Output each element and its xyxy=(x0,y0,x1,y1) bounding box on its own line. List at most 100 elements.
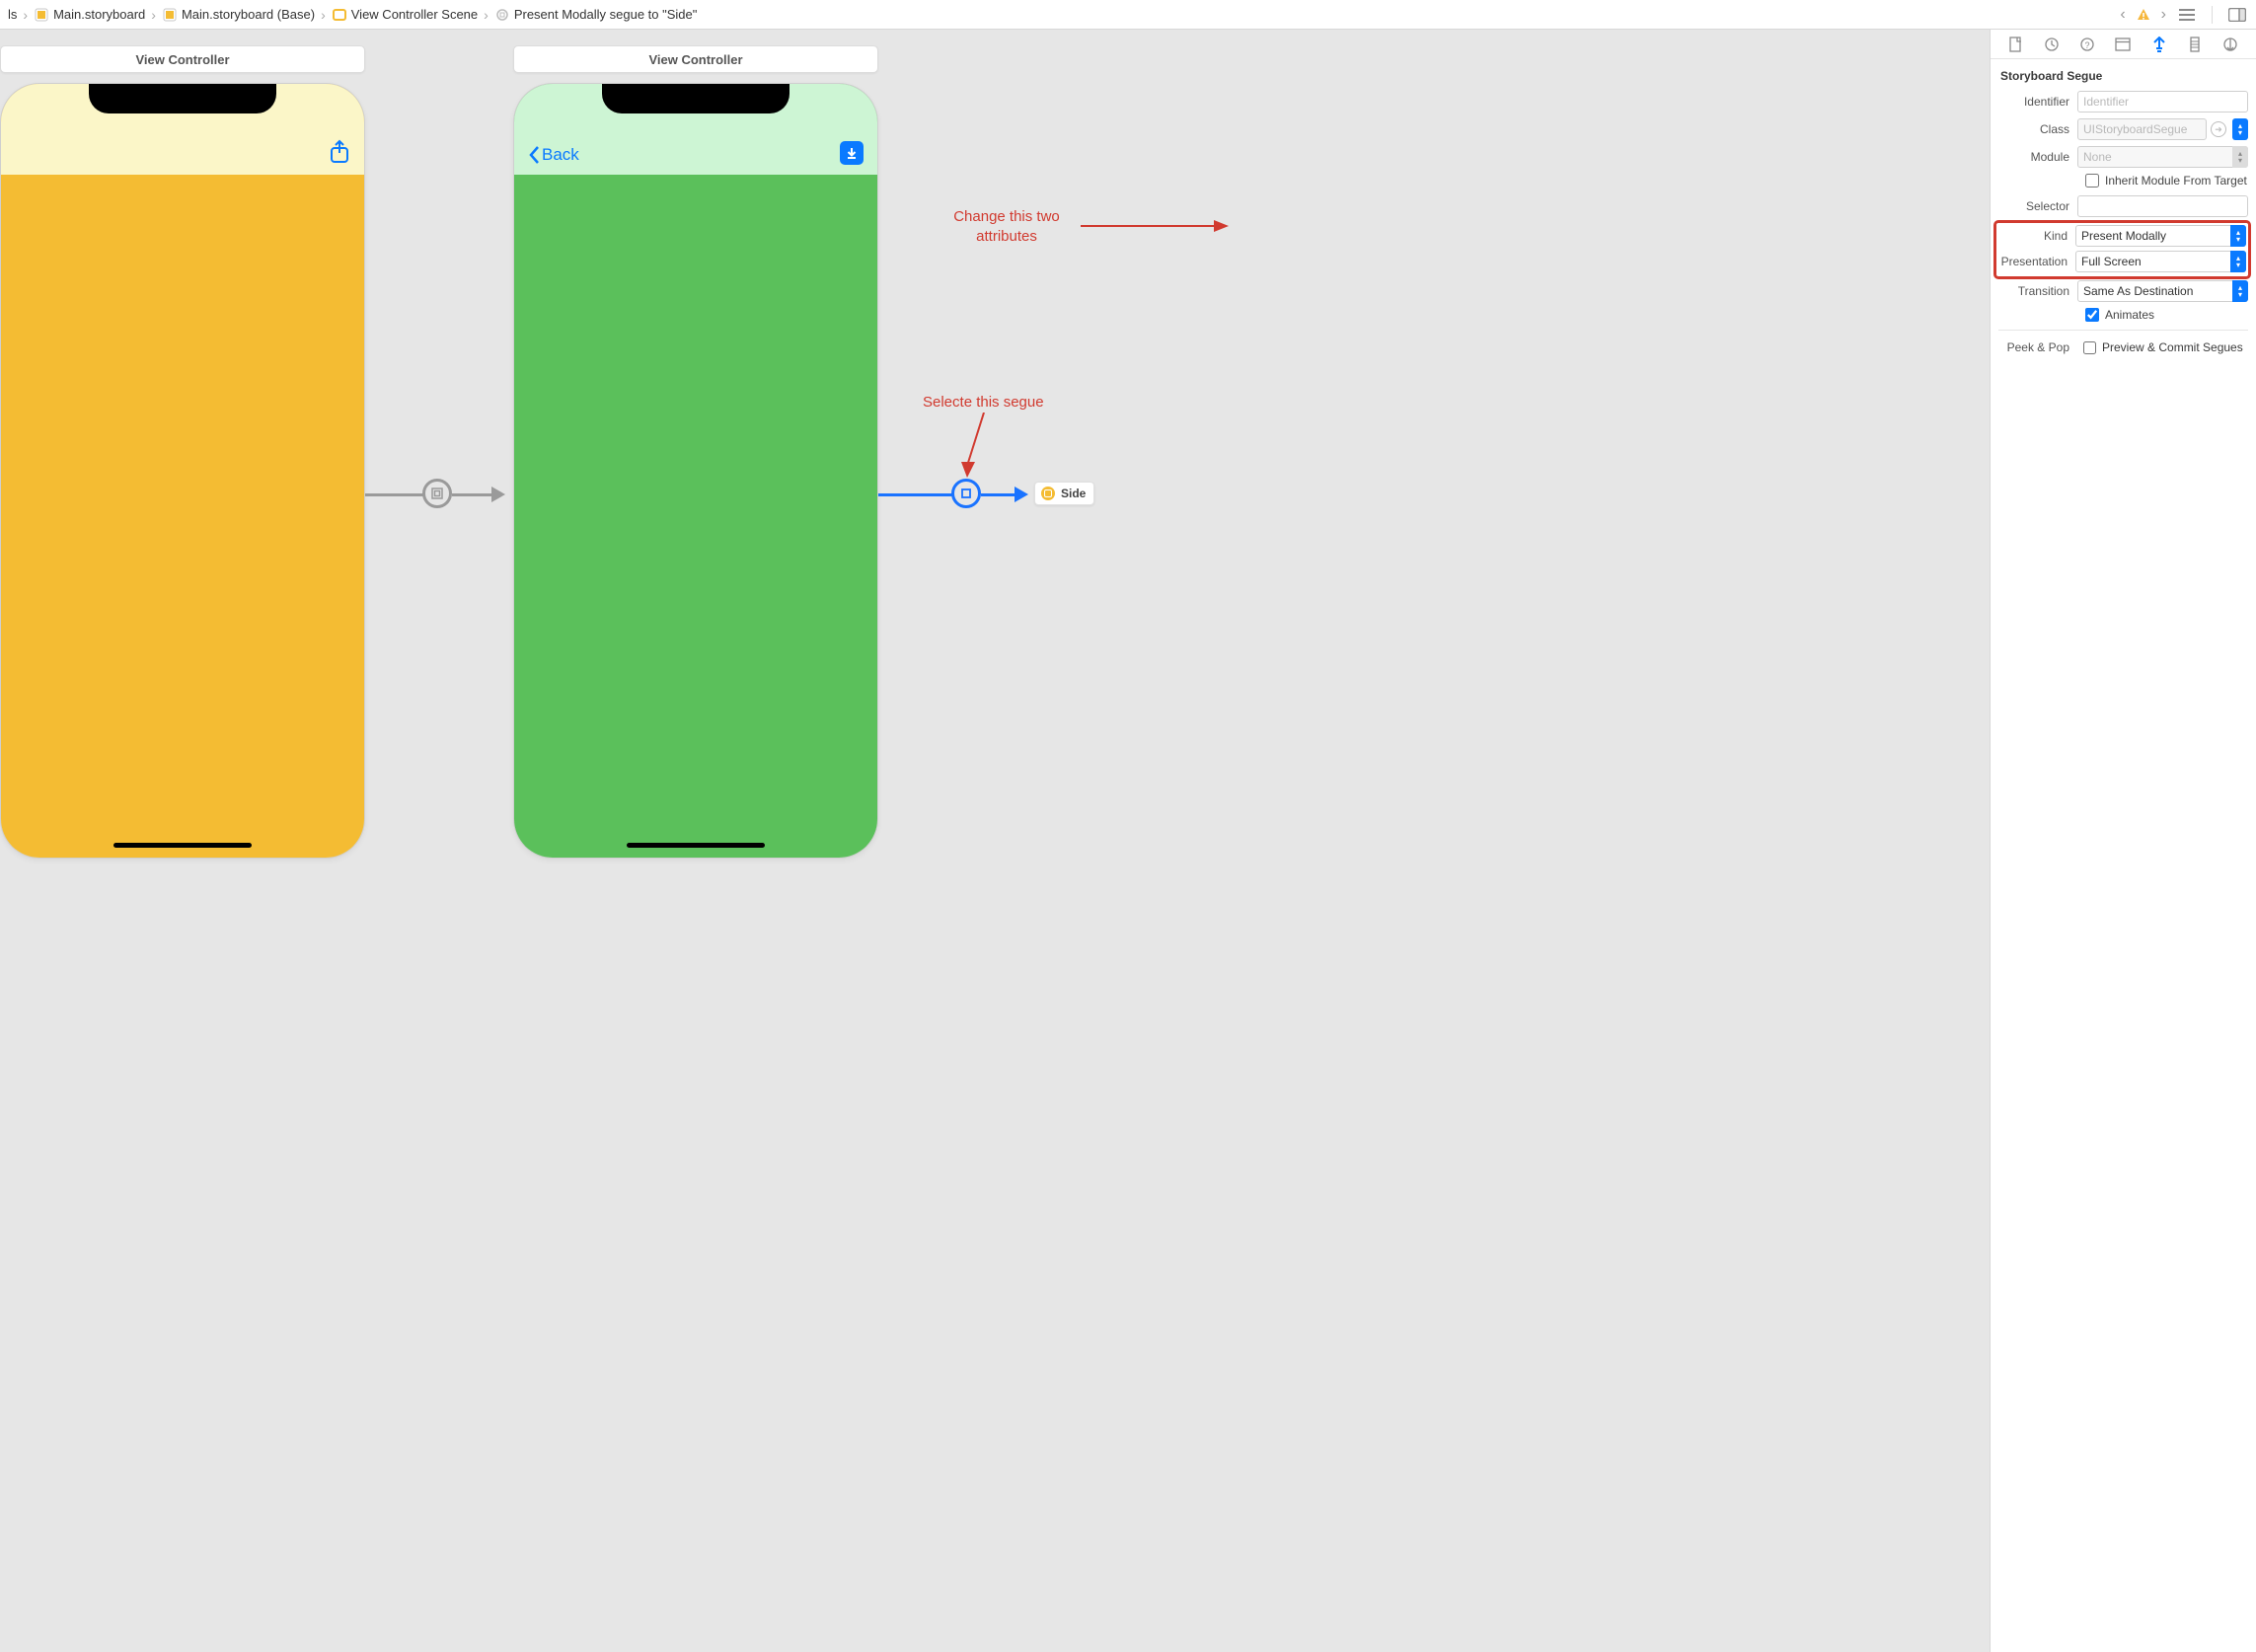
storyboard-file-icon xyxy=(34,7,49,23)
animates-label: Animates xyxy=(2105,308,2154,322)
download-icon[interactable] xyxy=(840,141,864,165)
segue-connection[interactable] xyxy=(452,493,491,496)
related-items-button[interactable] xyxy=(2176,4,2198,26)
transition-label: Transition xyxy=(1998,284,2077,298)
scene-title-label: View Controller xyxy=(648,52,742,67)
segue-node-selected-icon[interactable] xyxy=(951,479,981,508)
adjust-editor-button[interactable] xyxy=(2226,4,2248,26)
home-indicator xyxy=(113,843,252,848)
phone-mockup[interactable]: Back Next xyxy=(513,83,878,859)
inherit-module-checkbox[interactable] xyxy=(2085,174,2099,188)
share-icon[interactable] xyxy=(329,139,350,165)
scene-title-tab[interactable]: View Controller xyxy=(513,45,878,73)
main-area: View Controller Next xyxy=(0,30,2256,1652)
arrowhead-icon xyxy=(491,487,505,502)
size-inspector-tab[interactable] xyxy=(2184,34,2206,55)
home-indicator xyxy=(627,843,765,848)
identifier-label: Identifier xyxy=(1998,95,2077,109)
scene-icon xyxy=(332,7,347,23)
module-label: Module xyxy=(1998,150,2077,164)
peek-pop-text: Preview & Commit Segues xyxy=(2102,340,2243,354)
svg-text:?: ? xyxy=(2085,40,2090,50)
module-input[interactable] xyxy=(2077,146,2248,168)
separator xyxy=(2212,6,2213,24)
issues-warning-icon[interactable] xyxy=(2136,7,2151,23)
chevron-right-icon: › xyxy=(147,7,160,23)
destination-chip-side[interactable]: Side xyxy=(1034,482,1094,505)
breadcrumb-item[interactable]: View Controller Scene xyxy=(330,7,480,23)
breadcrumb-label: ls xyxy=(8,7,17,22)
view-body xyxy=(1,84,364,858)
breadcrumb-item[interactable]: ls xyxy=(6,7,19,22)
annotation-arrow-icon xyxy=(959,413,999,482)
transition-select[interactable]: Same As Destination xyxy=(2077,280,2248,302)
device-notch xyxy=(602,84,790,113)
storyboard-base-icon xyxy=(162,7,178,23)
selector-input[interactable] xyxy=(2077,195,2248,217)
segue-node-icon[interactable] xyxy=(422,479,452,508)
file-inspector-tab[interactable] xyxy=(2005,34,2027,55)
inspector-body: Storyboard Segue Identifier Class ➜ ▴▾ M… xyxy=(1991,59,2256,374)
breadcrumb-item[interactable]: Present Modally segue to "Side" xyxy=(492,7,700,23)
identity-inspector-tab[interactable] xyxy=(2112,34,2134,55)
viewcontroller-icon xyxy=(1041,487,1055,500)
phone-mockup[interactable]: Next xyxy=(0,83,365,859)
chevron-right-icon: › xyxy=(480,7,492,23)
arrowhead-icon xyxy=(1015,487,1028,502)
back-button[interactable]: Back xyxy=(528,145,579,165)
chevron-left-icon xyxy=(528,145,540,165)
help-inspector-tab[interactable]: ? xyxy=(2076,34,2098,55)
animates-checkbox[interactable] xyxy=(2085,308,2099,322)
annotation-arrow-icon xyxy=(1081,217,1229,237)
history-back-button[interactable]: ‹ xyxy=(2120,6,2125,24)
storyboard-canvas[interactable]: View Controller Next xyxy=(0,30,1990,1652)
segue-icon xyxy=(494,7,510,23)
class-label: Class xyxy=(1998,122,2077,136)
attributes-inspector-tab[interactable] xyxy=(2148,34,2170,55)
editor-topbar: ls › Main.storyboard › Main.storyboard (… xyxy=(0,0,2256,30)
kind-select[interactable]: Present Modally xyxy=(2075,225,2246,247)
topbar-right-tools: ‹ › xyxy=(2120,4,2250,26)
module-dropdown-icon[interactable]: ▴▾ xyxy=(2232,146,2248,168)
divider xyxy=(1998,330,2248,331)
back-label: Back xyxy=(542,145,579,165)
chevron-right-icon: › xyxy=(19,7,32,23)
destination-label: Side xyxy=(1061,487,1086,500)
dropdown-stepper-icon[interactable]: ▴▾ xyxy=(2230,225,2246,247)
dropdown-stepper-icon[interactable]: ▴▾ xyxy=(2230,251,2246,272)
connections-inspector-tab[interactable] xyxy=(2219,34,2241,55)
history-forward-button[interactable]: › xyxy=(2161,6,2166,24)
presentation-label: Presentation xyxy=(1996,255,2075,268)
class-dropdown-icon[interactable]: ▴▾ xyxy=(2232,118,2248,140)
segue-connection-selected[interactable] xyxy=(878,493,953,496)
selector-label: Selector xyxy=(1998,199,2077,213)
scene-title-tab[interactable]: View Controller xyxy=(0,45,365,73)
annotation-change-attrs: Change this two attributes xyxy=(928,207,1086,248)
breadcrumb-item[interactable]: Main.storyboard xyxy=(32,7,147,23)
segue-connection[interactable] xyxy=(365,493,424,496)
segue-connection-selected[interactable] xyxy=(981,493,1015,496)
history-inspector-tab[interactable] xyxy=(2041,34,2063,55)
breadcrumb[interactable]: ls › Main.storyboard › Main.storyboard (… xyxy=(6,7,2120,23)
section-title: Storyboard Segue xyxy=(1998,65,2248,91)
peek-pop-label: Peek & Pop xyxy=(1998,340,2077,354)
class-input[interactable] xyxy=(2077,118,2207,140)
kind-label: Kind xyxy=(1996,229,2075,243)
breadcrumb-label: Main.storyboard (Base) xyxy=(182,7,315,22)
inspector-panel: ? Storyboard Segue Identifier Class ➜ ▴▾ xyxy=(1990,30,2256,1652)
peek-pop-checkbox[interactable] xyxy=(2083,341,2096,354)
identifier-input[interactable] xyxy=(2077,91,2248,113)
presentation-select[interactable]: Full Screen xyxy=(2075,251,2246,272)
breadcrumb-label: View Controller Scene xyxy=(351,7,478,22)
chevron-right-icon: › xyxy=(317,7,330,23)
breadcrumb-item[interactable]: Main.storyboard (Base) xyxy=(160,7,317,23)
inspector-tabs[interactable]: ? xyxy=(1991,30,2256,59)
scene-title-label: View Controller xyxy=(135,52,229,67)
inherit-module-label: Inherit Module From Target xyxy=(2105,174,2247,188)
breadcrumb-label: Present Modally segue to "Side" xyxy=(514,7,698,22)
goto-class-icon[interactable]: ➜ xyxy=(2211,121,2226,137)
breadcrumb-label: Main.storyboard xyxy=(53,7,145,22)
annotation-select-segue: Selecte this segue xyxy=(923,393,1044,413)
view-body xyxy=(514,84,877,858)
dropdown-stepper-icon[interactable]: ▴▾ xyxy=(2232,280,2248,302)
